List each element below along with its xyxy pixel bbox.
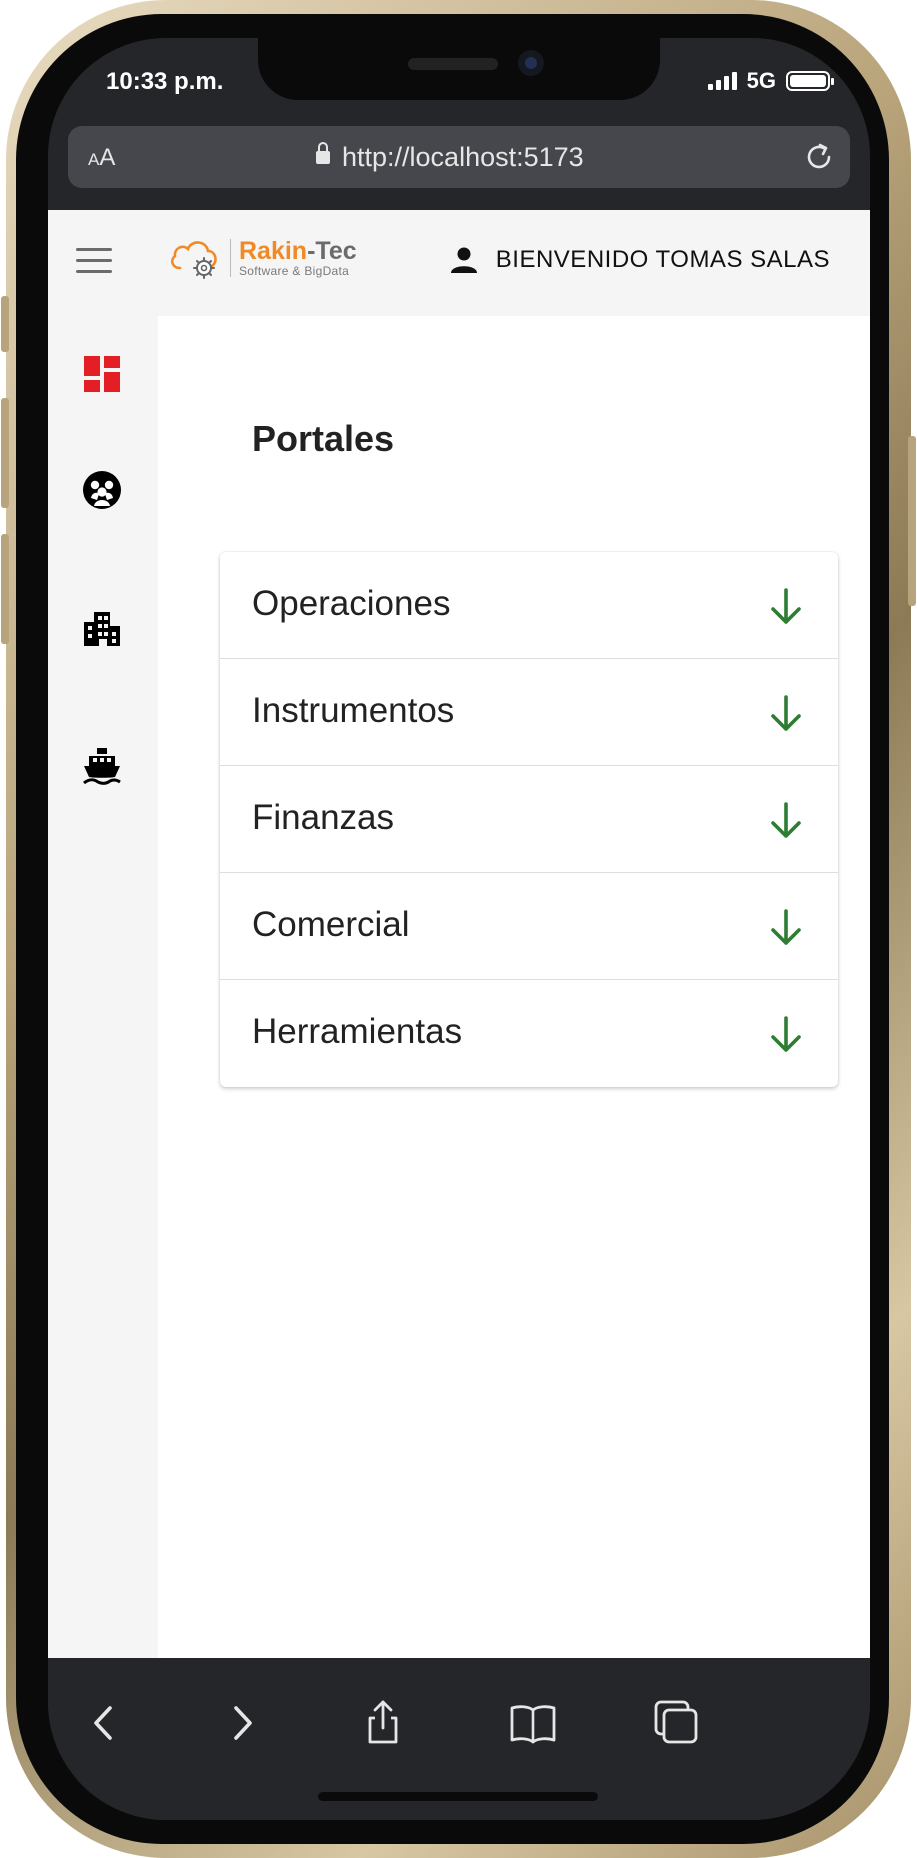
network-type: 5G — [746, 68, 776, 93]
back-icon[interactable] — [80, 1698, 130, 1748]
main-content: Portales Operaciones Instrumentos Finanzas… — [158, 316, 870, 1658]
building-icon[interactable] — [82, 608, 122, 648]
arrow-down-icon[interactable] — [768, 1014, 804, 1054]
portal-label: Comercial — [252, 905, 410, 944]
portal-item-instrumentos[interactable]: Instrumentos — [220, 659, 838, 766]
address-bar[interactable]: AA http://localhost:5173 — [68, 126, 850, 188]
page-title: Portales — [252, 418, 395, 459]
home-indicator[interactable] — [318, 1792, 598, 1801]
company-logo[interactable]: Rakin-Tec Software & BigData — [168, 236, 357, 280]
phone-screen: 10:33 p.m. 5G AA http://localhost:5173 R… — [48, 38, 870, 1820]
portal-label: Operaciones — [252, 584, 451, 623]
welcome-text: BIENVENIDO TOMAS SALAS — [495, 246, 830, 273]
portal-label: Herramientas — [252, 1012, 463, 1051]
status-indicators: 5G — [707, 68, 834, 94]
volume-down-button — [1, 534, 9, 644]
front-camera — [518, 50, 544, 76]
user-icon — [450, 247, 477, 273]
portal-label: Finanzas — [252, 798, 395, 837]
arrow-down-icon[interactable] — [768, 907, 804, 947]
signal-icon — [707, 72, 737, 90]
status-time: 10:33 p.m. — [106, 68, 224, 95]
web-app: Rakin-Tec Software & BigData BIENVENIDO … — [48, 210, 870, 1658]
url-display[interactable]: http://localhost:5173 — [316, 141, 584, 173]
mute-switch — [1, 296, 9, 352]
portal-label: Instrumentos — [252, 691, 455, 730]
notch — [258, 38, 660, 100]
arrow-down-icon[interactable] — [768, 586, 804, 626]
battery-icon — [786, 71, 834, 91]
text-size-button[interactable]: AA — [88, 144, 115, 172]
group-icon[interactable] — [82, 470, 122, 510]
hamburger-menu-icon[interactable] — [76, 248, 112, 276]
volume-up-button — [1, 398, 9, 508]
ship-icon[interactable] — [82, 746, 122, 786]
arrow-down-icon[interactable] — [768, 800, 804, 840]
sidebar — [48, 316, 158, 1658]
bookmarks-icon[interactable] — [508, 1698, 558, 1748]
arrow-down-icon[interactable] — [768, 693, 804, 733]
app-header: Rakin-Tec Software & BigData BIENVENIDO … — [48, 210, 870, 316]
lock-icon — [316, 141, 330, 167]
portal-item-herramientas[interactable]: Herramientas — [220, 980, 838, 1087]
cloud-gear-logo-icon — [170, 241, 217, 279]
reload-icon[interactable] — [802, 140, 836, 174]
forward-icon[interactable] — [216, 1698, 266, 1748]
portal-list: Operaciones Instrumentos Finanzas Comercial… — [220, 552, 838, 1087]
portal-item-comercial[interactable]: Comercial — [220, 873, 838, 980]
power-button — [908, 436, 916, 606]
earpiece-speaker — [408, 58, 498, 70]
portal-item-finanzas[interactable]: Finanzas — [220, 766, 838, 873]
tabs-icon[interactable] — [652, 1698, 702, 1748]
dashboard-icon[interactable] — [82, 354, 122, 394]
share-icon[interactable] — [358, 1698, 408, 1748]
portal-item-operaciones[interactable]: Operaciones — [220, 552, 838, 659]
url-text[interactable]: http://localhost:5173 — [342, 142, 584, 173]
welcome-user[interactable]: BIENVENIDO TOMAS SALAS — [450, 246, 830, 274]
